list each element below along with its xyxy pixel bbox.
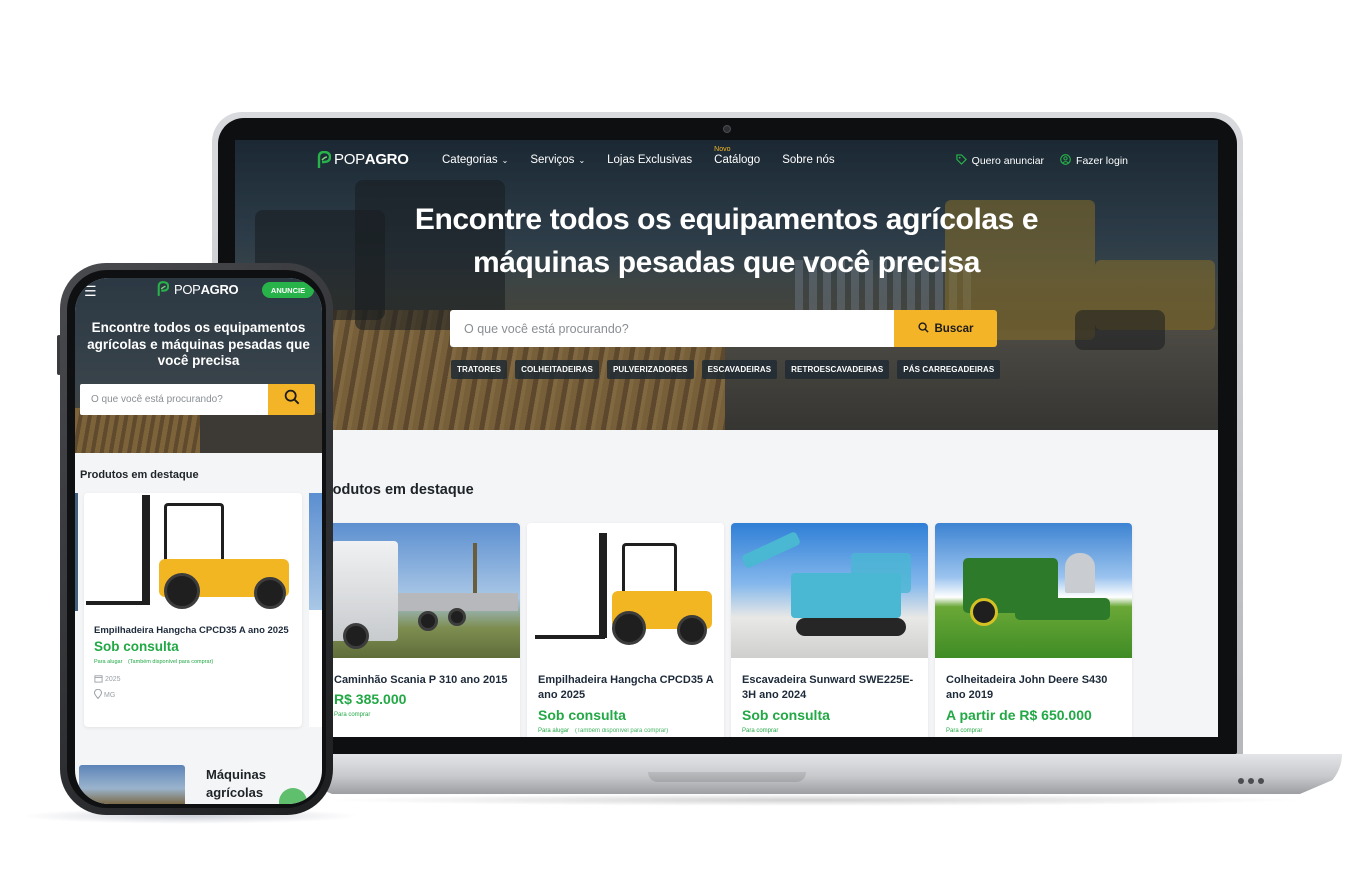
leaf-logo-icon — [157, 281, 171, 298]
leaf-logo-icon — [317, 151, 331, 168]
nav-servicos[interactable]: Serviços ⌄ — [530, 154, 585, 166]
search-icon — [284, 389, 300, 410]
user-icon — [1060, 154, 1071, 168]
tag-icon — [955, 154, 967, 168]
anuncie-button[interactable]: ANUNCIE — [262, 282, 314, 298]
product-price: A partir de R$ 650.000 — [946, 707, 1092, 723]
product-image — [84, 493, 302, 610]
product-location: MG — [93, 688, 115, 701]
chip-tratores[interactable]: TRATORES — [451, 360, 508, 379]
sell-link[interactable]: Quero anunciar — [955, 154, 1044, 168]
chevron-down-icon: ⌄ — [578, 155, 586, 165]
calendar-icon — [94, 674, 103, 685]
product-note: Para comprar — [946, 728, 983, 734]
product-card[interactable]: Colheitadeira John Deere S430 ano 2019 A… — [935, 523, 1132, 737]
laptop-camera — [724, 126, 730, 132]
product-card[interactable]: Caminhão Scania P 310 ano 2015 R$ 385.00… — [323, 523, 520, 737]
laptop-notch — [648, 772, 806, 782]
desktop-screen: POPAGRO Categorias ⌄ Serviços ⌄ Lojas Excl… — [235, 140, 1218, 737]
hero-title: Encontre todos os equipamentos agrícolas… — [414, 203, 1039, 279]
chip-colheitadeiras[interactable]: COLHEITADEIRAS — [515, 360, 599, 379]
product-image — [527, 523, 724, 658]
chat-fab-button[interactable] — [279, 788, 307, 804]
product-image — [935, 523, 1132, 658]
mobile-featured-title: Produtos em destaque — [80, 469, 199, 481]
mobile-search — [80, 384, 315, 415]
product-note: Para alugar (Também disponível para compr… — [538, 728, 669, 734]
product-note: Para comprar — [742, 728, 779, 734]
product-price: Sob consulta — [538, 707, 626, 723]
hamburger-menu-icon[interactable]: ☰ — [84, 283, 97, 300]
product-note: Para alugar (Também disponível para comp… — [94, 659, 214, 665]
popagro-logo[interactable]: POPAGRO — [317, 151, 409, 168]
carousel-peek-left — [75, 493, 78, 611]
device-mockup-stage: POPAGRO Categorias ⌄ Serviços ⌄ Lojas Excl… — [0, 0, 1362, 890]
laptop-base — [290, 754, 1342, 794]
product-price: R$ 385.000 — [334, 691, 407, 707]
mobile-hero-title: Encontre todos os equipamentos agrícolas… — [87, 320, 310, 368]
nav-categorias[interactable]: Categorias ⌄ — [442, 154, 508, 166]
product-card[interactable]: Escavadeira Sunward SWE225E-3H ano 2024 … — [731, 523, 928, 737]
login-link[interactable]: Fazer login — [1060, 154, 1128, 168]
nav-sobre-nos[interactable]: Sobre nós — [782, 154, 834, 166]
chip-retroescavadeiras[interactable]: RETROESCAVADEIRAS — [785, 360, 890, 379]
nav-lojas-exclusivas[interactable]: Lojas Exclusivas — [607, 154, 692, 166]
search-button[interactable]: Buscar — [894, 310, 997, 347]
featured-cards: Caminhão Scania P 310 ano 2015 R$ 385.00… — [323, 523, 1132, 737]
product-name: Empilhadeira Hangcha CPCD35 A ano 2025 — [94, 625, 289, 636]
nav-catalogo[interactable]: Novo Catálogo — [714, 146, 760, 166]
hero-search: Buscar — [450, 310, 997, 347]
search-input[interactable] — [450, 310, 894, 347]
laptop-base-dots — [1238, 778, 1264, 784]
category-chips: TRATORES COLHEITADEIRAS PULVERIZADORES E… — [451, 360, 1001, 379]
featured-title: rodutos em destaque — [327, 482, 474, 498]
product-price: Sob consulta — [742, 707, 830, 723]
mobile-hero: ☰ POPAGRO ANUNCIE Encontre todos os equi… — [75, 278, 322, 453]
popagro-logo[interactable]: POPAGRO — [157, 281, 239, 298]
search-button[interactable] — [268, 384, 315, 415]
product-price: Sob consulta — [94, 639, 179, 654]
product-card[interactable]: Empilhadeira Hangcha CPCD35 A ano 2025 S… — [84, 493, 302, 727]
search-icon — [917, 321, 929, 336]
mobile-screen: ☰ POPAGRO ANUNCIE Encontre todos os equi… — [75, 278, 322, 804]
product-name: Empilhadeira Hangcha CPCD35 A ano 2025 — [538, 674, 714, 701]
category-image[interactable] — [79, 765, 185, 804]
chip-escavadeiras[interactable]: ESCAVADEIRAS — [701, 360, 778, 379]
product-note: Para comprar — [334, 712, 371, 718]
product-image — [731, 523, 928, 658]
chip-pulverizadores[interactable]: PULVERIZADORES — [606, 360, 694, 379]
laptop-shadow — [320, 794, 1310, 806]
location-pin-icon — [93, 688, 103, 701]
product-card[interactable]: Empilhadeira Hangcha CPCD35 A ano 2025 S… — [527, 523, 724, 737]
hero-banner: POPAGRO Categorias ⌄ Serviços ⌄ Lojas Excl… — [235, 140, 1218, 430]
search-input[interactable] — [80, 384, 268, 415]
product-name: Escavadeira Sunward SWE225E-3H ano 2024 — [742, 674, 914, 701]
chevron-down-icon: ⌄ — [501, 155, 509, 165]
product-name: Caminhão Scania P 310 ano 2015 — [334, 674, 508, 686]
new-badge: Novo — [714, 146, 731, 153]
chip-pas-carregadeiras[interactable]: PÁS CARREGADEIRAS — [897, 360, 1001, 379]
product-image — [323, 523, 520, 658]
top-nav: POPAGRO Categorias ⌄ Serviços ⌄ Lojas Excl… — [235, 140, 1218, 184]
product-year: 2025 — [94, 674, 121, 685]
carousel-peek-right — [309, 493, 322, 727]
category-title[interactable]: Máquinas agrícolas — [206, 766, 286, 802]
product-name: Colheitadeira John Deere S430 ano 2019 — [946, 674, 1108, 701]
